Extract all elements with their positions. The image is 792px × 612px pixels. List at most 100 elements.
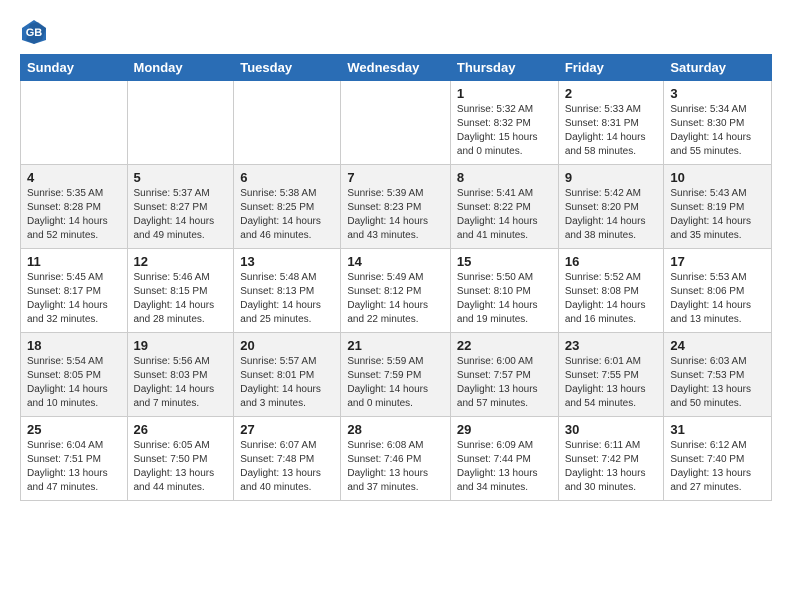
calendar-cell: 29Sunrise: 6:09 AMSunset: 7:44 PMDayligh… [450,417,558,501]
day-number: 24 [670,338,765,353]
day-number: 15 [457,254,552,269]
day-info: Sunrise: 6:12 AMSunset: 7:40 PMDaylight:… [670,439,765,495]
logo: GB [20,18,52,46]
day-info: Sunrise: 5:56 AMSunset: 8:03 PMDaylight:… [134,355,228,411]
page: GB SundayMondayTuesdayWednesdayThursdayF… [0,0,792,519]
weekday-header-saturday: Saturday [664,55,772,81]
day-number: 23 [565,338,658,353]
day-info: Sunrise: 5:32 AMSunset: 8:32 PMDaylight:… [457,103,552,159]
calendar-table: SundayMondayTuesdayWednesdayThursdayFrid… [20,54,772,501]
day-info: Sunrise: 6:07 AMSunset: 7:48 PMDaylight:… [240,439,334,495]
day-info: Sunrise: 5:41 AMSunset: 8:22 PMDaylight:… [457,187,552,243]
day-info: Sunrise: 5:37 AMSunset: 8:27 PMDaylight:… [134,187,228,243]
calendar-cell [21,81,128,165]
calendar-cell: 26 Sunrise: 6:05 AMSunset: 7:50 PMDayligh… [127,417,234,501]
calendar-cell [234,81,341,165]
day-info: Sunrise: 5:39 AMSunset: 8:23 PMDaylight:… [347,187,444,243]
day-info: Sunrise: 5:45 AMSunset: 8:17 PMDaylight:… [27,271,121,327]
day-number: 3 [670,86,765,101]
day-info: Sunrise: 5:52 AMSunset: 8:08 PMDaylight:… [565,271,658,327]
calendar-cell: 16 Sunrise: 5:52 AMSunset: 8:08 PMDayligh… [558,249,664,333]
calendar-cell: 19 Sunrise: 5:56 AMSunset: 8:03 PMDayligh… [127,333,234,417]
day-number: 13 [240,254,334,269]
calendar-cell: 6Sunrise: 5:38 AMSunset: 8:25 PMDaylight… [234,165,341,249]
calendar-cell: 12 Sunrise: 5:46 AMSunset: 8:15 PMDayligh… [127,249,234,333]
svg-text:GB: GB [26,27,43,39]
calendar-cell: 22 Sunrise: 6:00 AMSunset: 7:57 PMDayligh… [450,333,558,417]
calendar-cell: 7 Sunrise: 5:39 AMSunset: 8:23 PMDaylight… [341,165,451,249]
day-info: Sunrise: 5:33 AMSunset: 8:31 PMDaylight:… [565,103,658,159]
day-info: Sunrise: 6:11 AMSunset: 7:42 PMDaylight:… [565,439,658,495]
day-info: Sunrise: 5:48 AMSunset: 8:13 PMDaylight:… [240,271,334,327]
day-number: 17 [670,254,765,269]
calendar-cell: 15Sunrise: 5:50 AMSunset: 8:10 PMDayligh… [450,249,558,333]
day-number: 6 [240,170,334,185]
calendar-cell: 31 Sunrise: 6:12 AMSunset: 7:40 PMDayligh… [664,417,772,501]
day-number: 2 [565,86,658,101]
calendar-cell: 13 Sunrise: 5:48 AMSunset: 8:13 PMDayligh… [234,249,341,333]
day-number: 9 [565,170,658,185]
calendar-cell: 3 Sunrise: 5:34 AMSunset: 8:30 PMDaylight… [664,81,772,165]
day-number: 31 [670,422,765,437]
day-info: Sunrise: 6:00 AMSunset: 7:57 PMDaylight:… [457,355,552,411]
day-number: 28 [347,422,444,437]
weekday-header-sunday: Sunday [21,55,128,81]
day-number: 12 [134,254,228,269]
header: GB [20,18,772,46]
day-number: 22 [457,338,552,353]
day-info: Sunrise: 5:57 AMSunset: 8:01 PMDaylight:… [240,355,334,411]
calendar-cell: 2 Sunrise: 5:33 AMSunset: 8:31 PMDaylight… [558,81,664,165]
calendar-header-row: SundayMondayTuesdayWednesdayThursdayFrid… [21,55,772,81]
calendar-cell: 20 Sunrise: 5:57 AMSunset: 8:01 PMDayligh… [234,333,341,417]
calendar-week-row: 4Sunrise: 5:35 AMSunset: 8:28 PMDaylight… [21,165,772,249]
day-number: 7 [347,170,444,185]
day-number: 5 [134,170,228,185]
weekday-header-tuesday: Tuesday [234,55,341,81]
weekday-header-friday: Friday [558,55,664,81]
day-number: 26 [134,422,228,437]
calendar-week-row: 25 Sunrise: 6:04 AMSunset: 7:51 PMDayligh… [21,417,772,501]
day-info: Sunrise: 5:34 AMSunset: 8:30 PMDaylight:… [670,103,765,159]
calendar-cell [127,81,234,165]
day-number: 1 [457,86,552,101]
day-number: 11 [27,254,121,269]
day-number: 27 [240,422,334,437]
day-info: Sunrise: 6:08 AMSunset: 7:46 PMDaylight:… [347,439,444,495]
day-info: Sunrise: 5:42 AMSunset: 8:20 PMDaylight:… [565,187,658,243]
day-number: 30 [565,422,658,437]
day-info: Sunrise: 5:59 AMSunset: 7:59 PMDaylight:… [347,355,444,411]
day-info: Sunrise: 6:03 AMSunset: 7:53 PMDaylight:… [670,355,765,411]
calendar-cell [341,81,451,165]
calendar-cell: 14 Sunrise: 5:49 AMSunset: 8:12 PMDayligh… [341,249,451,333]
day-number: 20 [240,338,334,353]
calendar-cell: 24 Sunrise: 6:03 AMSunset: 7:53 PMDayligh… [664,333,772,417]
calendar-cell: 23Sunrise: 6:01 AMSunset: 7:55 PMDayligh… [558,333,664,417]
day-info: Sunrise: 6:04 AMSunset: 7:51 PMDaylight:… [27,439,121,495]
calendar-cell: 5 Sunrise: 5:37 AMSunset: 8:27 PMDaylight… [127,165,234,249]
weekday-header-monday: Monday [127,55,234,81]
generalblue-logo-icon: GB [20,18,48,46]
day-info: Sunrise: 5:53 AMSunset: 8:06 PMDaylight:… [670,271,765,327]
calendar-cell: 8 Sunrise: 5:41 AMSunset: 8:22 PMDaylight… [450,165,558,249]
day-number: 25 [27,422,121,437]
calendar-cell: 30 Sunrise: 6:11 AMSunset: 7:42 PMDayligh… [558,417,664,501]
day-number: 8 [457,170,552,185]
day-info: Sunrise: 6:05 AMSunset: 7:50 PMDaylight:… [134,439,228,495]
day-number: 19 [134,338,228,353]
calendar-cell: 11 Sunrise: 5:45 AMSunset: 8:17 PMDayligh… [21,249,128,333]
day-number: 16 [565,254,658,269]
day-info: Sunrise: 5:49 AMSunset: 8:12 PMDaylight:… [347,271,444,327]
calendar-cell: 17 Sunrise: 5:53 AMSunset: 8:06 PMDayligh… [664,249,772,333]
day-number: 14 [347,254,444,269]
calendar-cell: 27 Sunrise: 6:07 AMSunset: 7:48 PMDayligh… [234,417,341,501]
calendar-cell: 1 Sunrise: 5:32 AMSunset: 8:32 PMDaylight… [450,81,558,165]
day-number: 4 [27,170,121,185]
day-number: 21 [347,338,444,353]
calendar-cell: 28 Sunrise: 6:08 AMSunset: 7:46 PMDayligh… [341,417,451,501]
day-info: Sunrise: 5:46 AMSunset: 8:15 PMDaylight:… [134,271,228,327]
day-number: 18 [27,338,121,353]
day-info: Sunrise: 6:09 AMSunset: 7:44 PMDaylight:… [457,439,552,495]
calendar-week-row: 18Sunrise: 5:54 AMSunset: 8:05 PMDayligh… [21,333,772,417]
calendar-week-row: 1 Sunrise: 5:32 AMSunset: 8:32 PMDaylight… [21,81,772,165]
day-number: 10 [670,170,765,185]
